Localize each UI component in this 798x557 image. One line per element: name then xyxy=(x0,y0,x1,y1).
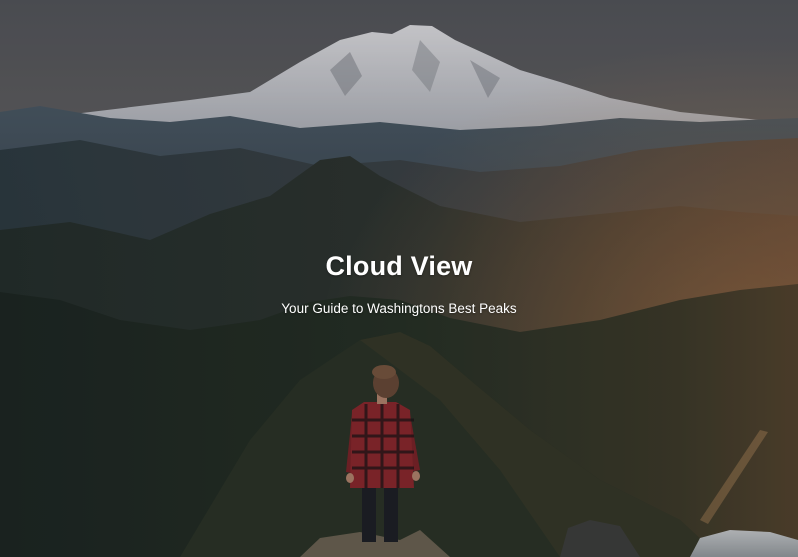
site-title: Cloud View xyxy=(325,251,473,281)
hero-section: Cloud View Your Guide to Washingtons Bes… xyxy=(0,0,798,557)
site-tagline: Your Guide to Washingtons Best Peaks xyxy=(281,301,517,316)
hero-content: Cloud View Your Guide to Washingtons Bes… xyxy=(0,248,798,318)
